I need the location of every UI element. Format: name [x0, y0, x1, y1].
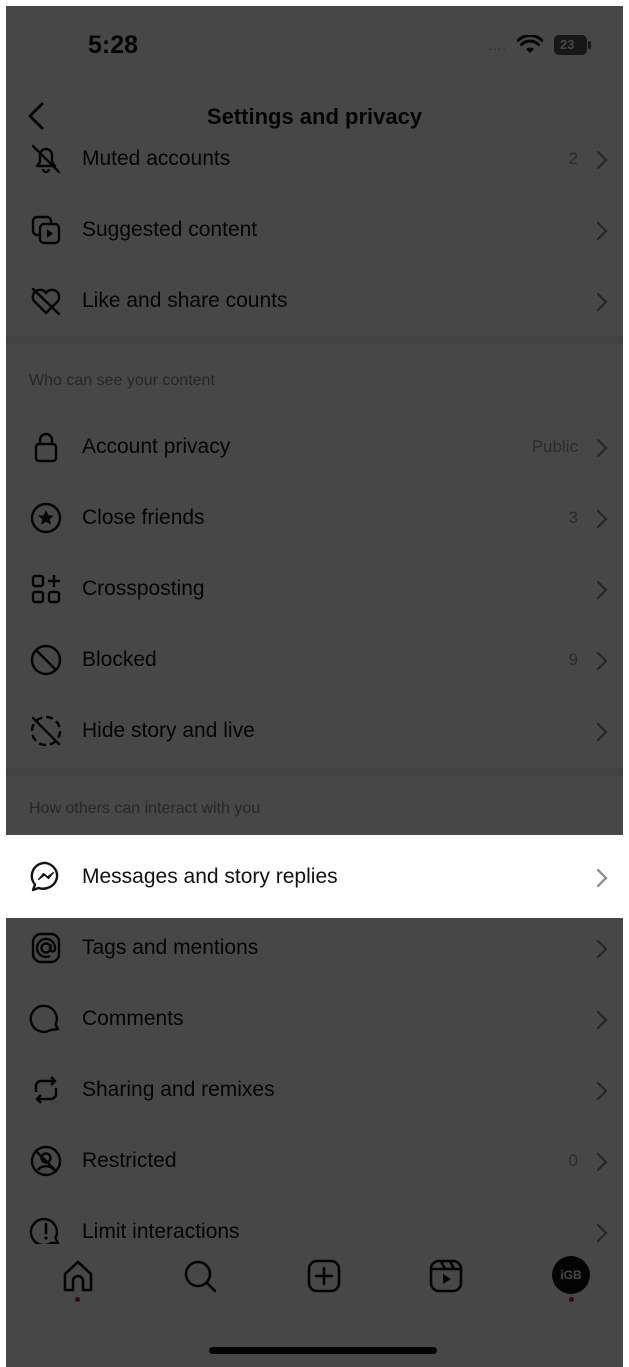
- phone-screen: 5:28 .... 23 Settings and privacy Muted …: [6, 6, 623, 1367]
- row-label: Restricted: [82, 1149, 177, 1172]
- chevron-right-icon: [595, 291, 609, 313]
- chevron-right-icon: [595, 220, 609, 242]
- row-label: Like and share counts: [82, 289, 288, 312]
- section-heading-visibility: Who can see your content: [29, 372, 215, 389]
- row-muted-accounts[interactable]: Muted accounts 2: [6, 124, 623, 194]
- chevron-right-icon: [595, 1151, 609, 1173]
- row-value: 9: [568, 650, 578, 669]
- row-comments[interactable]: Comments: [6, 984, 623, 1054]
- chevron-right-icon: [595, 437, 609, 459]
- row-crossposting[interactable]: Crossposting: [6, 554, 623, 624]
- section-heading-interactions: How others can interact with you: [29, 800, 261, 817]
- row-label: Sharing and remixes: [82, 1078, 275, 1101]
- row-close-friends[interactable]: Close friends 3: [6, 483, 623, 553]
- row-blocked[interactable]: Blocked 9: [6, 625, 623, 695]
- tab-reels[interactable]: [424, 1254, 468, 1298]
- notification-dot: [569, 1297, 574, 1302]
- tab-search[interactable]: [178, 1254, 222, 1298]
- row-label: Limit interactions: [82, 1220, 240, 1243]
- status-time: 5:28: [88, 31, 139, 59]
- row-restricted[interactable]: Restricted 0: [6, 1126, 623, 1196]
- bell-off-icon: [28, 141, 64, 177]
- row-value: Public: [531, 437, 578, 456]
- chevron-right-icon: [595, 1080, 609, 1102]
- story-off-icon: [28, 713, 64, 749]
- star-circle-icon: [28, 500, 64, 536]
- row-hide-story-live[interactable]: Hide story and live: [6, 696, 623, 766]
- messenger-icon: [28, 859, 64, 895]
- restricted-icon: [28, 1143, 64, 1179]
- wifi-icon: [517, 35, 543, 55]
- chevron-right-icon: [595, 867, 609, 889]
- home-indicator: [209, 1347, 437, 1354]
- row-value: 0: [568, 1151, 578, 1170]
- repost-icon: [28, 1072, 64, 1108]
- search-icon: [178, 1260, 222, 1302]
- tab-bar: iGB: [6, 1244, 623, 1324]
- comment-icon: [28, 1001, 64, 1037]
- tab-home[interactable]: [56, 1254, 100, 1302]
- status-bar: 5:28 .... 23: [6, 6, 623, 86]
- status-icons: .... 23: [489, 34, 593, 56]
- signal-icon: ....: [488, 37, 507, 53]
- at-sign-icon: [28, 930, 64, 966]
- section-divider: [6, 768, 623, 776]
- chevron-right-icon: [595, 149, 609, 171]
- row-label: Account privacy: [82, 435, 231, 458]
- row-suggested-content[interactable]: Suggested content: [6, 195, 623, 265]
- profile-avatar: iGB: [552, 1256, 590, 1294]
- row-label: Blocked: [82, 648, 157, 671]
- battery-icon: 23: [553, 34, 593, 56]
- chevron-right-icon: [595, 1009, 609, 1031]
- reels-icon: [424, 1259, 468, 1302]
- tab-create[interactable]: [302, 1254, 346, 1298]
- chevron-right-icon: [595, 579, 609, 601]
- battery-level: 23: [560, 37, 575, 52]
- chevron-right-icon: [595, 650, 609, 672]
- row-tags-mentions[interactable]: Tags and mentions: [6, 913, 623, 983]
- chevron-right-icon: [595, 721, 609, 743]
- chevron-right-icon: [595, 1222, 609, 1244]
- row-sharing-remixes[interactable]: Sharing and remixes: [6, 1055, 623, 1125]
- row-value: 3: [568, 508, 578, 527]
- row-label: Crossposting: [82, 577, 205, 600]
- section-divider: [6, 336, 623, 344]
- chevron-right-icon: [595, 508, 609, 530]
- row-label: Comments: [82, 1007, 184, 1030]
- notification-dot: [75, 1297, 80, 1302]
- suggested-content-icon: [28, 212, 64, 248]
- chevron-right-icon: [595, 938, 609, 960]
- row-messages-story-replies[interactable]: Messages and story replies: [6, 842, 623, 912]
- row-label: Close friends: [82, 506, 205, 529]
- row-account-privacy[interactable]: Account privacy Public: [6, 412, 623, 482]
- row-label: Tags and mentions: [82, 936, 259, 959]
- row-label: Hide story and live: [82, 719, 255, 742]
- blocked-icon: [28, 642, 64, 678]
- create-icon: [302, 1259, 346, 1302]
- row-label: Suggested content: [82, 218, 258, 241]
- row-label: Muted accounts: [82, 147, 231, 170]
- tab-profile[interactable]: iGB: [550, 1254, 594, 1302]
- heart-off-icon: [28, 283, 64, 319]
- row-like-share-counts[interactable]: Like and share counts: [6, 266, 623, 336]
- lock-icon: [28, 429, 64, 465]
- grid-plus-icon: [28, 571, 64, 607]
- row-value: 2: [568, 149, 578, 168]
- row-label: Messages and story replies: [82, 865, 338, 888]
